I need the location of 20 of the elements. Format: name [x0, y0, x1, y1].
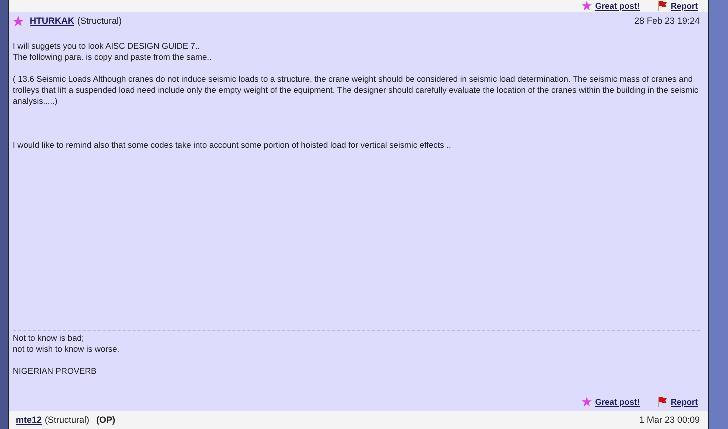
forum-label: (Structural): [78, 16, 122, 26]
post-date: 1 Mar 23 00:09: [639, 415, 700, 425]
author-link[interactable]: mte12: [16, 415, 42, 425]
post-paragraph: I will suggets you to look AISC DESIGN GUIDE 7.. The following para. is copy and paste from the same..: [13, 41, 213, 63]
author-link[interactable]: HTURKAK: [30, 16, 74, 26]
star-icon: [582, 397, 592, 407]
post-paragraph: ( 13.6 Seismic Loads Although cranes do not induce seismic loads to a structure, the crane weight should be considered in seismic load determination. The seismic mass of cranes and trolleys that lift a suspended load need include only the empty weight of the equipment. The designer should carefully evaluate the location of the cranes within the building in the seismic analysis.....): [13, 74, 700, 107]
great-post-link[interactable]: Great post!: [595, 397, 640, 407]
flag-icon: [657, 397, 668, 407]
forum-label: (Structural): [45, 415, 90, 425]
report-link[interactable]: Report: [671, 397, 698, 407]
great-post-link[interactable]: Great post!: [595, 1, 640, 11]
signature-text: NIGERIAN PROVERB: [13, 366, 98, 377]
op-label: (OP): [96, 415, 116, 425]
star-icon: [582, 1, 592, 11]
report-link[interactable]: Report: [671, 1, 698, 11]
signature-text: Not to know is bad; not to wish to know is worse.: [13, 333, 121, 355]
flag-icon: [657, 1, 668, 11]
post-paragraph: I would like to remind also that some codes take into account some portion of hoisted load for vertical seismic effects ..: [13, 140, 452, 151]
post-date: 28 Feb 23 19:24: [634, 16, 700, 26]
